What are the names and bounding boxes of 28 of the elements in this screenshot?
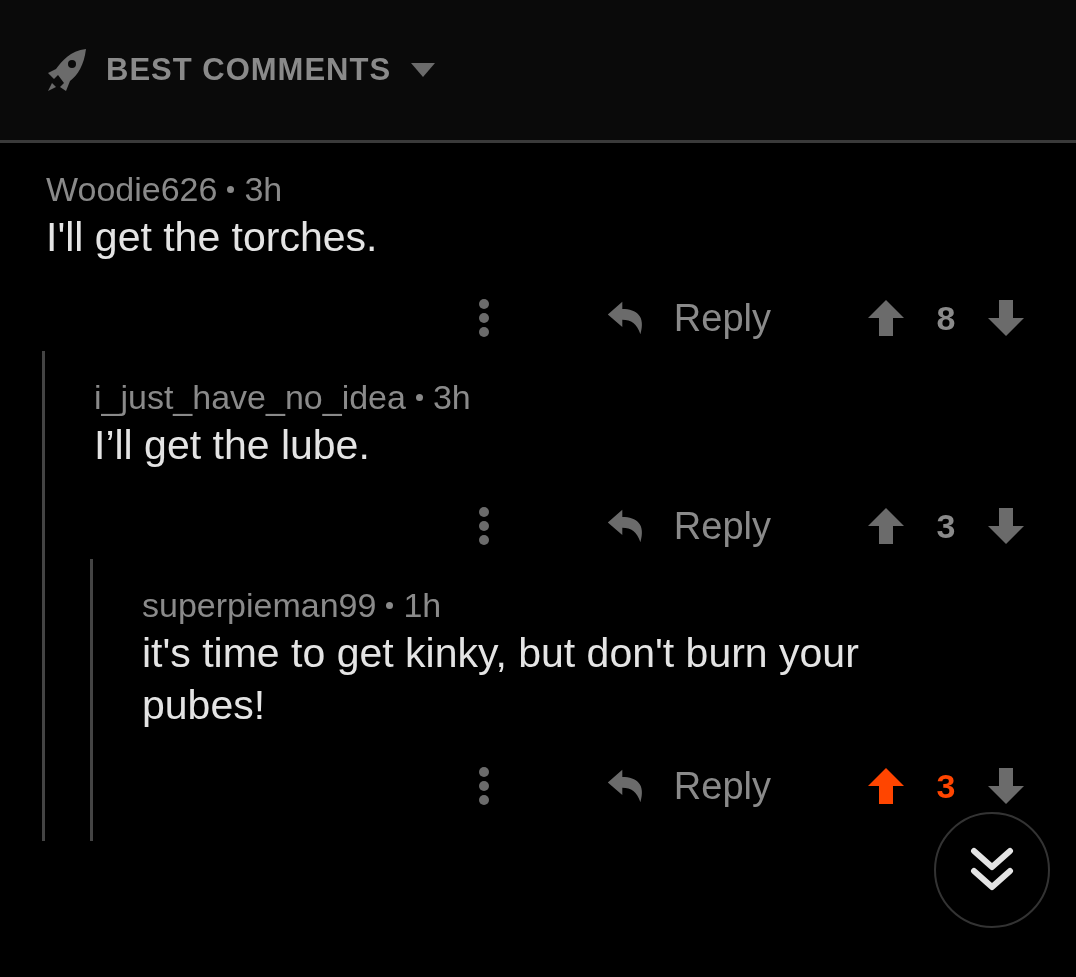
upvote-icon[interactable] xyxy=(866,298,906,338)
downvote-icon[interactable] xyxy=(986,298,1026,338)
comment-text: I'll get the torches. xyxy=(46,213,379,262)
downvote-icon[interactable] xyxy=(986,506,1026,546)
vote-score: 8 xyxy=(936,297,956,339)
more-icon[interactable] xyxy=(477,766,491,806)
more-icon[interactable] xyxy=(477,298,491,338)
reply-button[interactable]: Reply xyxy=(606,497,771,555)
vote-score: 3 xyxy=(936,505,956,547)
comment-author[interactable]: superpieman99 xyxy=(142,583,377,627)
comment-age: 3h xyxy=(432,377,471,418)
reply-button[interactable]: Reply xyxy=(606,757,771,815)
vote-score: 3 xyxy=(936,765,956,807)
more-icon[interactable] xyxy=(477,506,491,546)
upvote-icon[interactable] xyxy=(866,506,906,546)
caret-icon xyxy=(411,63,436,77)
double-chevron-icon xyxy=(970,847,1014,893)
comment-author[interactable]: i_just_have_no_idea xyxy=(94,375,406,419)
comment-age: 3h xyxy=(244,169,283,210)
sort-dropdown[interactable]: BEST COMMENTS xyxy=(46,46,436,94)
downvote-icon[interactable] xyxy=(986,766,1026,806)
upvote-icon[interactable] xyxy=(866,766,906,806)
comment-author[interactable]: Woodie626 xyxy=(46,167,218,211)
comment-text: I’ll get the lube. xyxy=(94,421,371,470)
reply-button[interactable]: Reply xyxy=(606,289,771,347)
comment-text: it's time to get kinky, but don't burn your pubes! xyxy=(142,629,860,730)
rocket-icon xyxy=(46,49,86,91)
comment-age: 1h xyxy=(403,585,442,626)
